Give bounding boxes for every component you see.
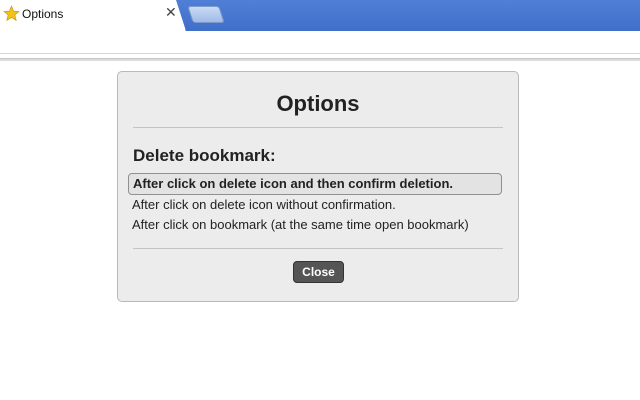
star-icon [3, 5, 20, 22]
new-tab-button[interactable] [187, 6, 225, 23]
delete-options-list: After click on delete icon and then conf… [128, 173, 508, 235]
tab-strip: Options ✕ [0, 0, 640, 31]
option-no-confirmation[interactable]: After click on delete icon without confi… [128, 195, 508, 215]
options-dialog: Options Delete bookmark: After click on … [117, 71, 519, 302]
divider [0, 53, 640, 54]
close-tab-icon[interactable]: ✕ [165, 5, 177, 19]
section-heading: Delete bookmark: [133, 146, 276, 165]
dialog-title: Options [276, 91, 360, 116]
option-confirm-deletion[interactable]: After click on delete icon and then conf… [128, 173, 502, 195]
option-click-bookmark[interactable]: After click on bookmark (at the same tim… [128, 215, 508, 235]
close-button[interactable]: Close [293, 261, 344, 283]
tab-options[interactable]: Options ✕ [0, 0, 186, 31]
toolbar [0, 31, 640, 61]
divider [133, 127, 503, 128]
tab-title: Options [22, 7, 64, 21]
divider [133, 248, 503, 249]
divider [0, 58, 640, 61]
